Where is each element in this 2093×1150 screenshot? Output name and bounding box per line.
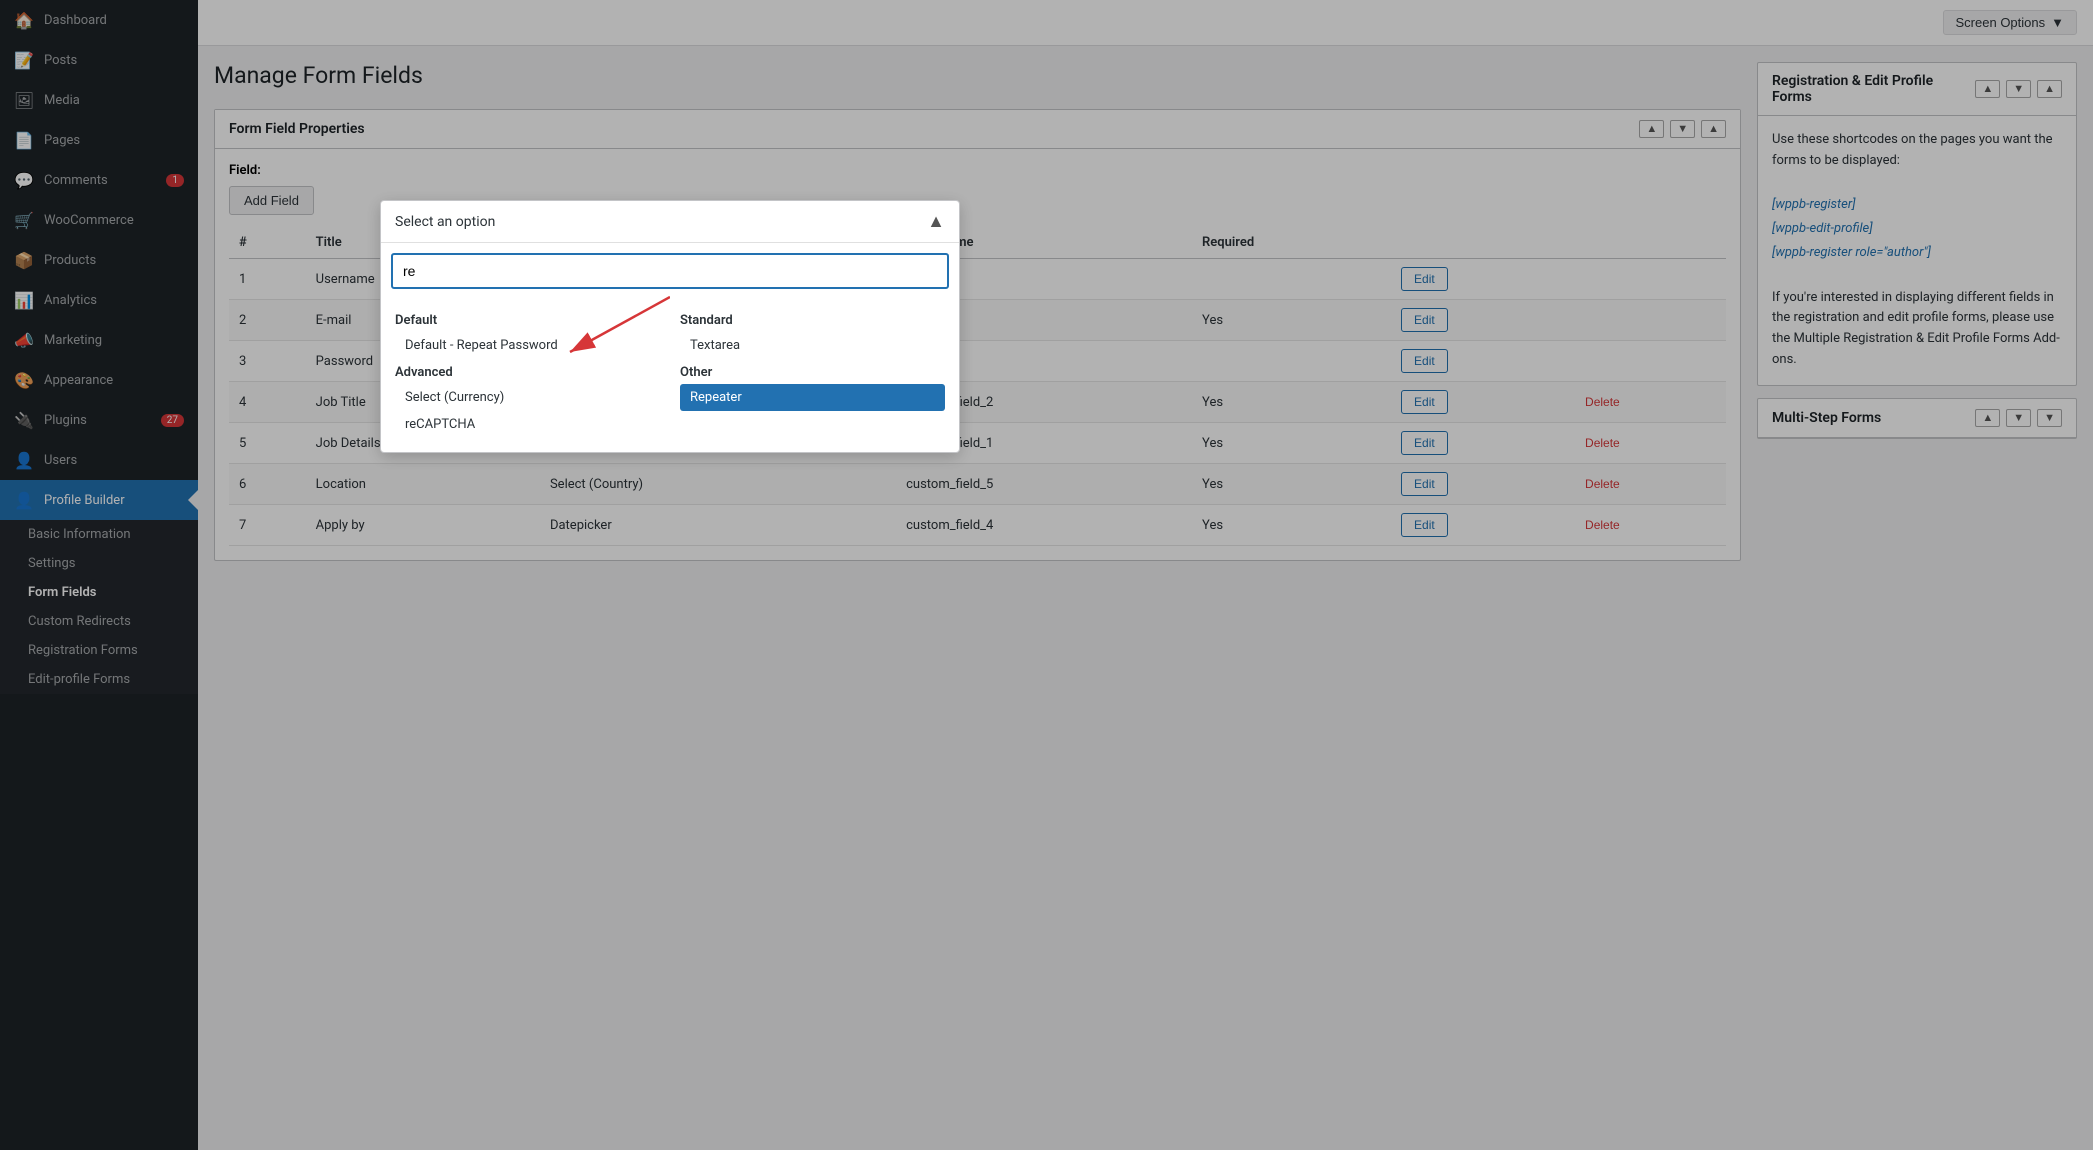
option-textarea[interactable]: Textarea <box>680 332 945 359</box>
dropdown-overlay[interactable]: Select an option ▲ Default Default - Rep… <box>0 0 2093 1150</box>
dropdown-title: Select an option <box>395 214 495 230</box>
dropdown-search-input[interactable] <box>391 253 949 289</box>
close-icon[interactable]: ▲ <box>927 211 945 232</box>
option-default-repeat-password[interactable]: Default - Repeat Password <box>395 332 660 359</box>
option-recaptcha[interactable]: reCAPTCHA <box>395 411 660 438</box>
dropdown-container: Select an option ▲ Default Default - Rep… <box>380 200 960 453</box>
option-select-currency[interactable]: Select (Currency) <box>395 384 660 411</box>
group-label-other: Other <box>680 359 945 384</box>
dropdown-right-col: Standard Textarea Other Repeater <box>680 307 945 438</box>
group-label-default: Default <box>395 307 660 332</box>
option-repeater[interactable]: Repeater <box>680 384 945 411</box>
group-label-advanced: Advanced <box>395 359 660 384</box>
group-label-standard: Standard <box>680 307 945 332</box>
dropdown-options: Default Default - Repeat Password Advanc… <box>381 299 959 452</box>
dropdown-left-col: Default Default - Repeat Password Advanc… <box>395 307 660 438</box>
dropdown-header: Select an option ▲ <box>381 201 959 243</box>
